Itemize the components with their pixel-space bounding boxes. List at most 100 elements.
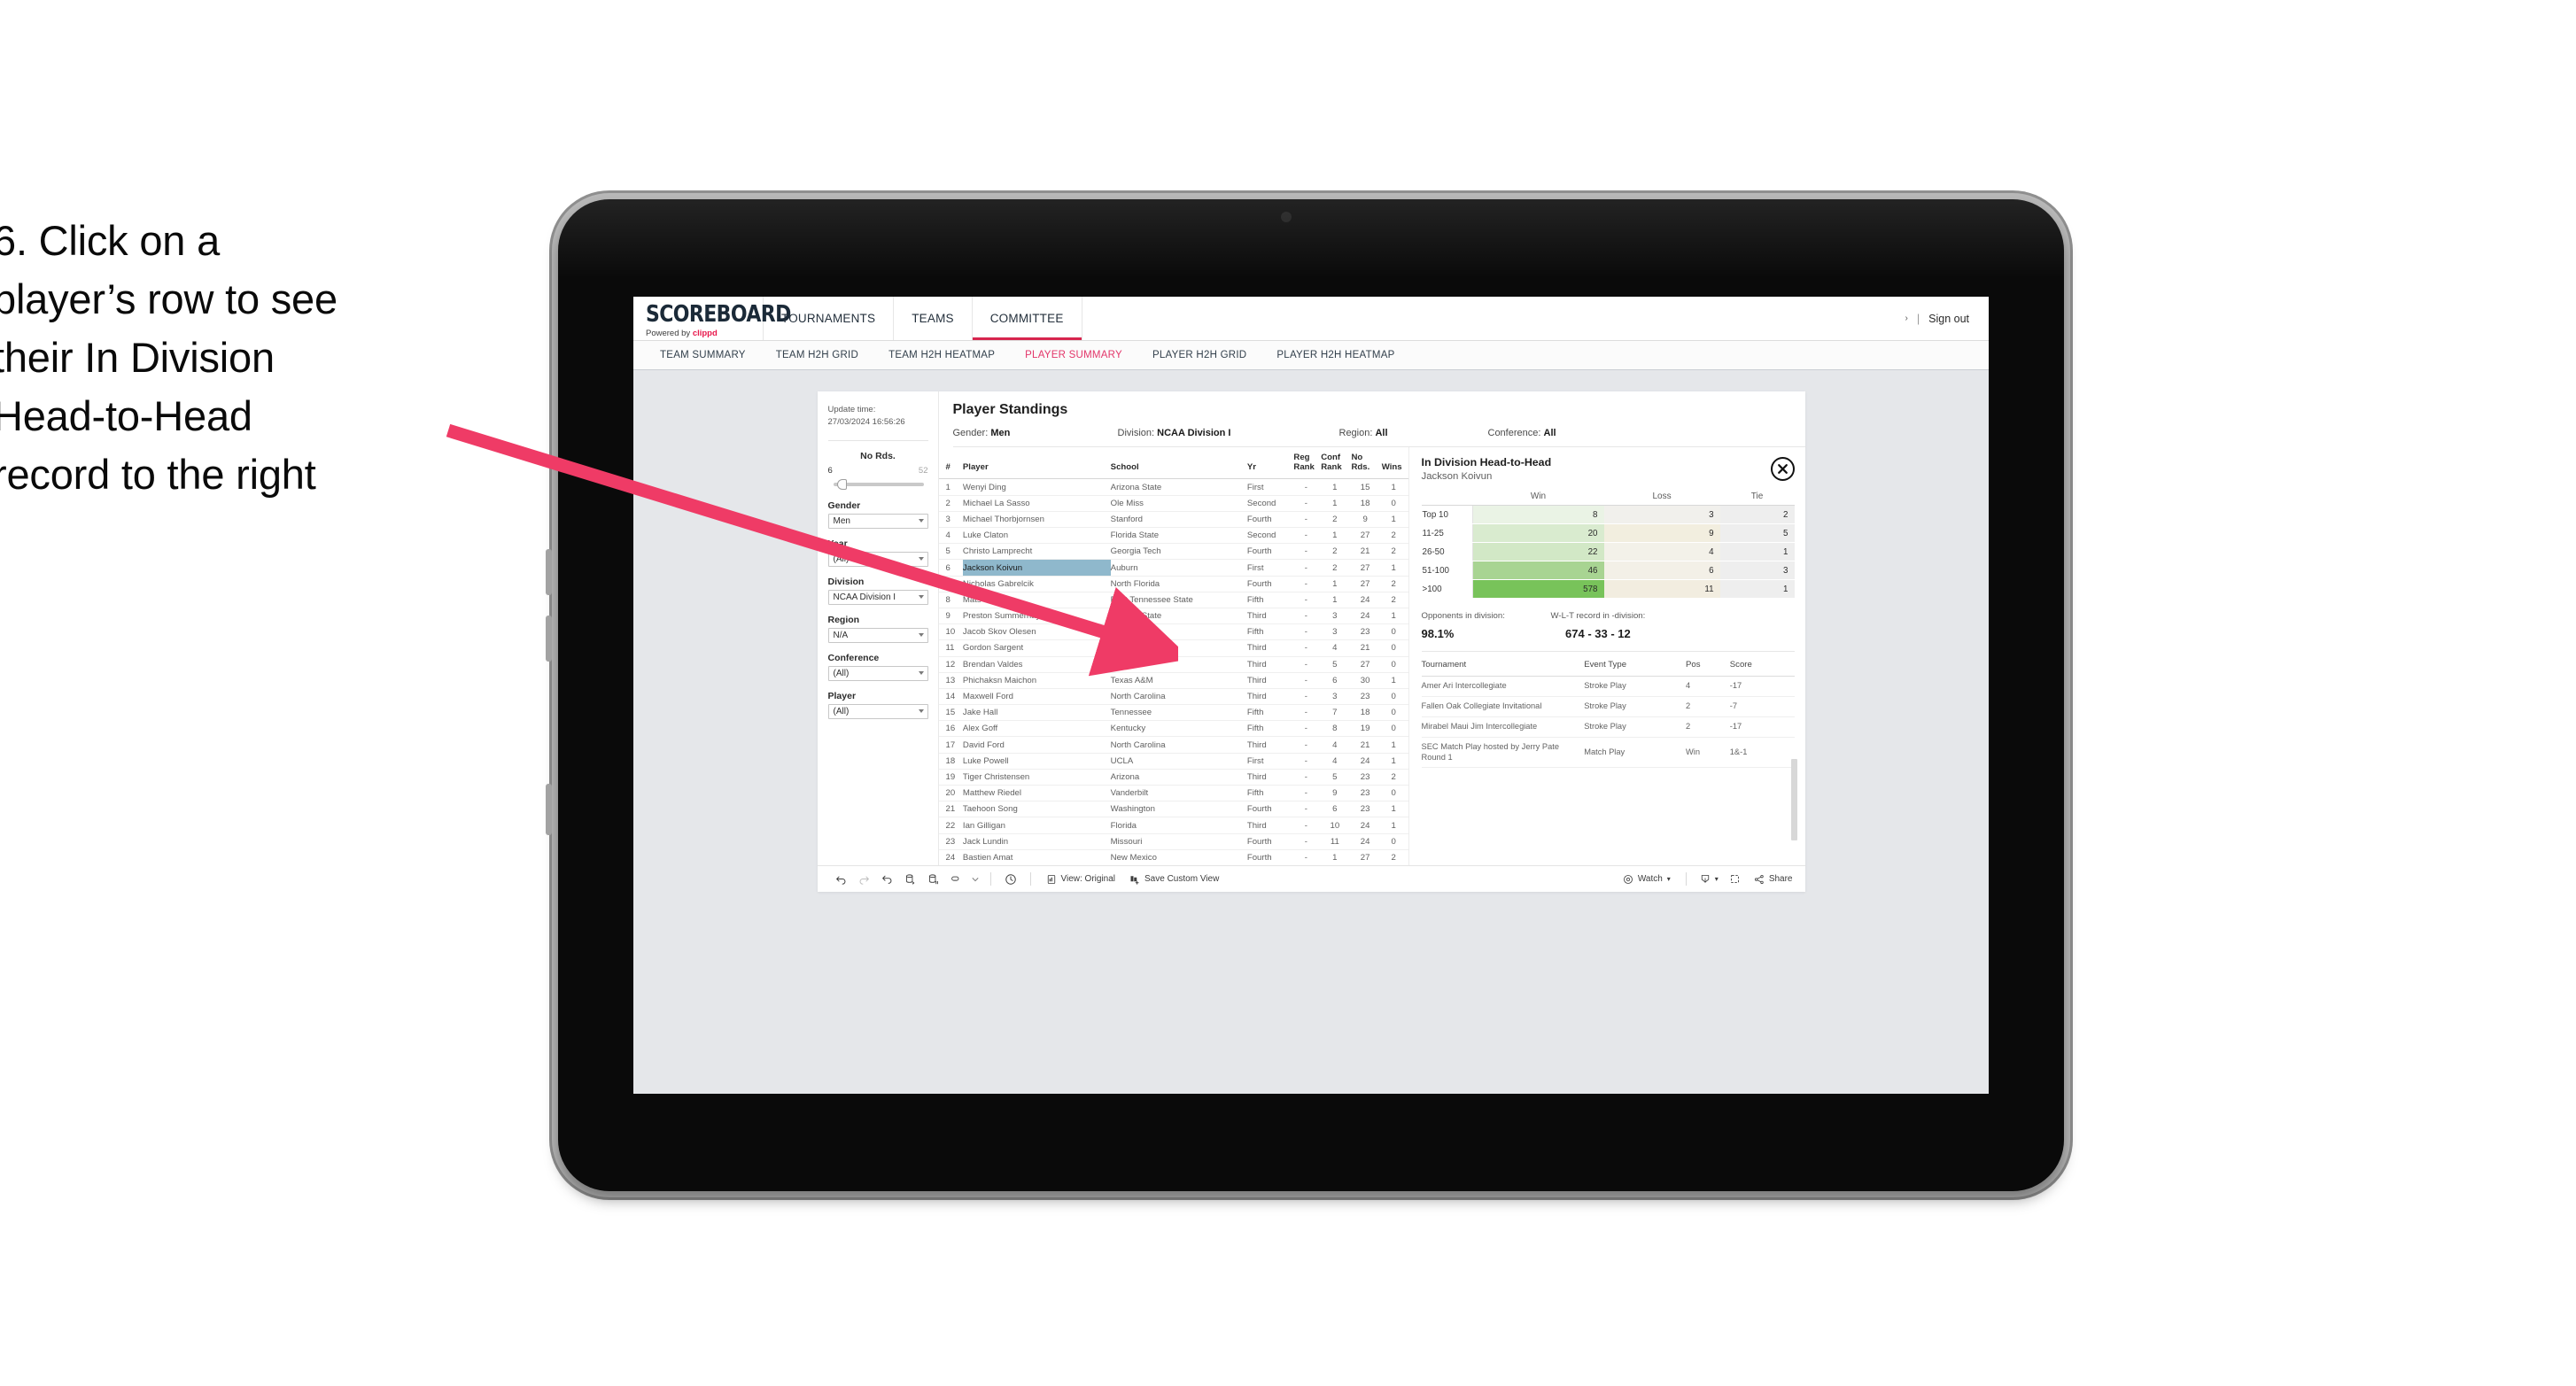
share-button[interactable]: Share (1747, 874, 1793, 885)
cell-wins: 0 (1381, 833, 1408, 850)
col-no-rds[interactable]: No Rds. (1351, 447, 1382, 480)
nav-committee[interactable]: COMMITTEE (972, 297, 1082, 340)
cell-player: Matthew Riedel (962, 785, 1111, 802)
table-row[interactable]: 20 Matthew Riedel Vanderbilt Fifth -9 23 0 (938, 785, 1408, 802)
pause-updates-icon[interactable] (922, 873, 945, 885)
table-row[interactable]: 19 Tiger Christensen Arizona Third -5 23 2 (938, 769, 1408, 786)
h2h-cell-loss[interactable]: 11 (1603, 579, 1720, 599)
tab-team-h2h-heatmap[interactable]: TEAM H2H HEATMAP (873, 350, 1010, 360)
app-logo[interactable]: SCOREBOARD Powered by clippd (633, 297, 791, 340)
save-custom-view-button[interactable]: Save Custom View (1122, 874, 1226, 885)
cell-reg-rank: - (1293, 849, 1322, 866)
nav-tournaments[interactable]: TOURNAMENTS (764, 297, 895, 340)
h2h-cell-win[interactable]: 8 (1472, 505, 1604, 524)
highlight-icon[interactable] (945, 873, 968, 885)
h2h-cell-win[interactable]: 20 (1472, 523, 1604, 543)
meta-region: Region: All (1339, 428, 1488, 438)
h2h-cell-loss[interactable]: 4 (1603, 542, 1720, 561)
cell-no-rds: 21 (1351, 639, 1382, 657)
col-conf-rank[interactable]: Conf Rank (1321, 447, 1352, 480)
tournaments-vertical-scrollbar[interactable] (1790, 759, 1797, 840)
sign-out-link[interactable]: Sign out (1928, 313, 1969, 325)
cell-yr: Fifth (1246, 592, 1294, 608)
h2h-cell-loss[interactable]: 3 (1603, 505, 1720, 524)
cell-reg-rank: - (1293, 817, 1322, 834)
cell-no-rds: 21 (1351, 543, 1382, 561)
h2h-cell-win[interactable]: 46 (1472, 561, 1604, 580)
app-top-navigation: SCOREBOARD Powered by clippd TOURNAMENTS… (633, 297, 1989, 341)
refresh-data-icon[interactable] (899, 873, 922, 885)
cell-rank: 17 (938, 736, 963, 754)
redo-icon[interactable] (853, 873, 876, 885)
cell-rank: 16 (938, 720, 963, 738)
table-row[interactable]: 18 Luke Powell UCLA First -4 24 1 (938, 753, 1408, 770)
download-button[interactable]: ▾ (1695, 874, 1724, 885)
watch-button[interactable]: Watch ▾ (1616, 874, 1678, 885)
tournament-row[interactable]: SEC Match Play hosted by Jerry Pate Roun… (1421, 737, 1795, 769)
nav-teams[interactable]: TEAMS (894, 297, 973, 340)
cell-conf-rank: 7 (1321, 704, 1352, 722)
cell-conf-rank: 5 (1321, 656, 1352, 673)
cell-no-rds: 15 (1351, 478, 1382, 496)
tab-player-summary[interactable]: PLAYER SUMMARY (1010, 350, 1137, 360)
table-row[interactable]: 24 Bastien Amat New Mexico Fourth -1 27 2 (938, 849, 1408, 866)
h2h-cell-win[interactable]: 578 (1472, 579, 1604, 599)
cell-school: Washington (1110, 801, 1247, 818)
table-row[interactable]: 17 David Ford North Carolina Third -4 21 1 (938, 736, 1408, 754)
h2h-cell-tie[interactable]: 3 (1719, 561, 1795, 580)
cell-pos: 2 (1686, 696, 1730, 717)
cell-yr: Fourth (1246, 849, 1294, 866)
cell-wins: 1 (1381, 672, 1408, 689)
cell-rank: 21 (938, 801, 963, 818)
cell-no-rds: 23 (1351, 688, 1382, 706)
h2h-cell-tie[interactable]: 1 (1719, 542, 1795, 561)
h2h-cell-loss[interactable]: 6 (1603, 561, 1720, 580)
col-tournament[interactable]: Tournament (1421, 660, 1585, 677)
cell-reg-rank: - (1293, 785, 1322, 802)
cell-player: Tiger Christensen (962, 769, 1111, 786)
h2h-cell-tie[interactable]: 2 (1719, 505, 1795, 524)
power-button[interactable] (546, 784, 552, 835)
tab-player-h2h-heatmap[interactable]: PLAYER H2H HEATMAP (1261, 350, 1409, 360)
tournament-row[interactable]: Fallen Oak Collegiate Invitational Stroke… (1421, 696, 1795, 717)
highlight-dropdown-icon[interactable] (968, 876, 982, 883)
table-row[interactable]: 16 Alex Goff Kentucky Fifth -8 19 0 (938, 720, 1408, 738)
col-yr[interactable]: Yr (1246, 447, 1294, 480)
clock-icon[interactable] (999, 873, 1022, 886)
tab-player-h2h-grid[interactable]: PLAYER H2H GRID (1137, 350, 1261, 360)
h2h-cell-loss[interactable]: 9 (1603, 523, 1720, 543)
h2h-cell-tie[interactable]: 1 (1719, 579, 1795, 599)
undo-icon[interactable] (830, 873, 853, 885)
col-wins[interactable]: Wins (1381, 447, 1408, 480)
col-reg-rank[interactable]: Reg Rank (1293, 447, 1322, 480)
cell-yr: Fourth (1246, 576, 1294, 592)
cell-school: Arizona (1110, 769, 1247, 786)
tournament-row[interactable]: Mirabel Maui Jim Intercollegiate Stroke P… (1421, 716, 1795, 738)
view-original-button[interactable]: View: Original (1039, 874, 1123, 885)
cell-yr: Fourth (1246, 543, 1294, 561)
tab-team-h2h-grid[interactable]: TEAM H2H GRID (761, 350, 873, 360)
col-score[interactable]: Score (1729, 660, 1795, 677)
tab-team-summary[interactable]: TEAM SUMMARY (645, 350, 761, 360)
close-icon[interactable] (1770, 457, 1795, 481)
table-row[interactable]: 22 Ian Gilligan Florida Third -10 24 1 (938, 817, 1408, 834)
cell-yr: Fifth (1246, 785, 1294, 802)
cell-wins: 2 (1381, 849, 1408, 866)
cell-player: Taehoon Song (962, 801, 1111, 818)
cell-yr: Third (1246, 817, 1294, 834)
h2h-cell-win[interactable]: 22 (1472, 542, 1604, 561)
h2h-cell-tie[interactable]: 5 (1719, 523, 1795, 543)
cell-wins: 1 (1381, 511, 1408, 529)
revert-icon[interactable] (876, 873, 899, 885)
chevron-right-icon[interactable]: › (1905, 314, 1908, 323)
watch-label: Watch (1637, 874, 1663, 884)
col-event-type[interactable]: Event Type (1584, 660, 1687, 677)
table-row[interactable]: 23 Jack Lundin Missouri Fourth -11 24 0 (938, 833, 1408, 850)
chevron-down-icon (918, 709, 924, 714)
cell-no-rds: 21 (1351, 736, 1382, 754)
table-row[interactable]: 21 Taehoon Song Washington Fourth -6 23 1 (938, 801, 1408, 818)
fullscreen-icon[interactable] (1724, 873, 1747, 885)
col-pos[interactable]: Pos (1686, 660, 1730, 677)
meta-conference-value: All (1543, 428, 1556, 438)
tournament-row[interactable]: Amer Ari Intercollegiate Stroke Play 4 -17 (1421, 676, 1795, 697)
